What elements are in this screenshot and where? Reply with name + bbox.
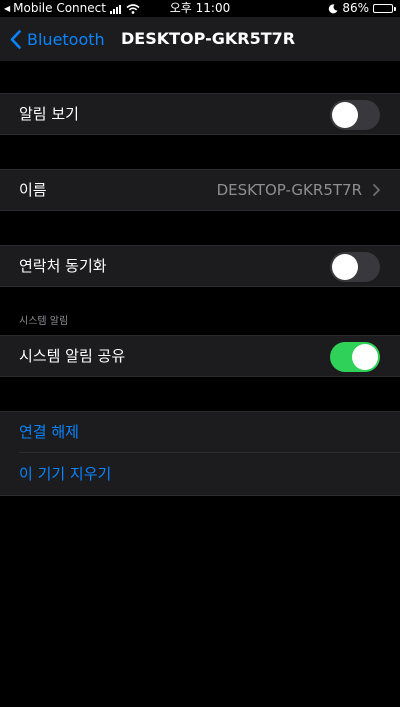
back-button[interactable]: Bluetooth [10,17,105,61]
moon-icon [329,3,338,13]
show-notifications-label: 알림 보기 [19,105,79,123]
toggle-knob [352,344,378,370]
device-name-row[interactable]: 이름 DESKTOP-GKR5T7R [0,169,400,211]
chevron-left-icon [10,29,21,49]
share-system-notifications-label: 시스템 알림 공유 [19,347,126,365]
toggle-knob [332,102,358,128]
status-bar: ◀ Mobile Connect 오후 11:00 86% [0,0,400,17]
share-system-notifications-row: 시스템 알림 공유 [0,335,400,377]
back-button-label: Bluetooth [27,29,105,49]
system-notifications-header: 시스템 알림 [19,316,69,327]
device-name-value: DESKTOP-GKR5T7R [216,181,362,199]
navigation-bar: Bluetooth DESKTOP-GKR5T7R [0,17,400,61]
battery-icon [373,4,396,13]
forget-device-button[interactable]: 이 기기 지우기 [19,454,111,494]
row-divider [19,452,400,453]
device-name-label: 이름 [19,181,47,199]
sync-contacts-row: 연락처 동기화 [0,245,400,287]
sync-contacts-toggle[interactable] [330,252,380,282]
show-notifications-row: 알림 보기 [0,93,400,135]
disconnect-button[interactable]: 연결 해제 [19,412,79,452]
toggle-knob [332,254,358,280]
page-title: DESKTOP-GKR5T7R [121,29,296,48]
device-actions-group: 연결 해제 이 기기 지우기 [0,411,400,496]
sync-contacts-label: 연락처 동기화 [19,257,107,275]
show-notifications-toggle[interactable] [330,100,380,130]
share-system-notifications-toggle[interactable] [330,342,380,372]
battery-percent: 86% [342,1,369,15]
chevron-right-icon [373,184,380,196]
status-right: 86% [328,0,396,17]
